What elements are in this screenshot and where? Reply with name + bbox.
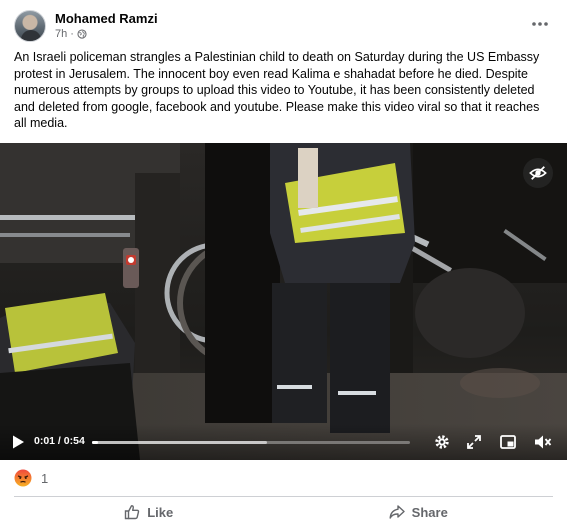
picture-in-picture-button[interactable] <box>499 433 517 451</box>
hide-media-button[interactable] <box>523 158 553 188</box>
expand-button[interactable] <box>465 433 483 451</box>
post-text: An Israeli policeman strangles a Palesti… <box>14 50 540 130</box>
play-icon[interactable] <box>10 434 26 450</box>
like-button[interactable]: Like <box>14 500 284 524</box>
more-horizontal-icon <box>532 22 548 26</box>
like-label: Like <box>147 504 174 520</box>
share-label: Share <box>411 504 448 520</box>
video-player[interactable]: 0:01 / 0:54 <box>0 143 567 460</box>
video-frame <box>0 143 567 460</box>
meta-separator: · <box>70 28 74 40</box>
video-progress-bar[interactable] <box>92 441 410 444</box>
divider <box>14 496 553 497</box>
reaction-count: 1 <box>41 470 49 486</box>
share-button[interactable]: Share <box>284 500 554 524</box>
post-actions: Like Share <box>14 500 553 524</box>
settings-gear-icon <box>435 435 449 449</box>
more-options-button[interactable] <box>526 12 554 36</box>
share-arrow-icon <box>389 505 405 519</box>
globe-icon <box>77 29 87 39</box>
thumbs-up-icon <box>125 505 140 520</box>
author-name[interactable]: Mohamed Ramzi <box>55 11 158 26</box>
mute-button[interactable] <box>534 433 552 451</box>
video-buffer-fill <box>92 441 267 444</box>
avatar[interactable] <box>14 10 46 42</box>
picture-in-picture-icon <box>500 435 516 449</box>
eye-slash-icon <box>529 166 547 180</box>
settings-button[interactable] <box>433 433 451 451</box>
post-meta: 7h · <box>55 28 87 40</box>
video-played-fill <box>92 441 99 444</box>
video-controls: 0:01 / 0:54 <box>0 424 567 460</box>
mute-icon <box>535 435 552 449</box>
video-time: 0:01 / 0:54 <box>34 435 85 447</box>
post-header: Mohamed Ramzi 7h · <box>14 10 554 44</box>
expand-icon <box>467 435 481 449</box>
reaction-summary[interactable]: 1 <box>14 469 48 487</box>
angry-reaction-icon <box>14 469 32 487</box>
post-time[interactable]: 7h <box>55 28 67 40</box>
